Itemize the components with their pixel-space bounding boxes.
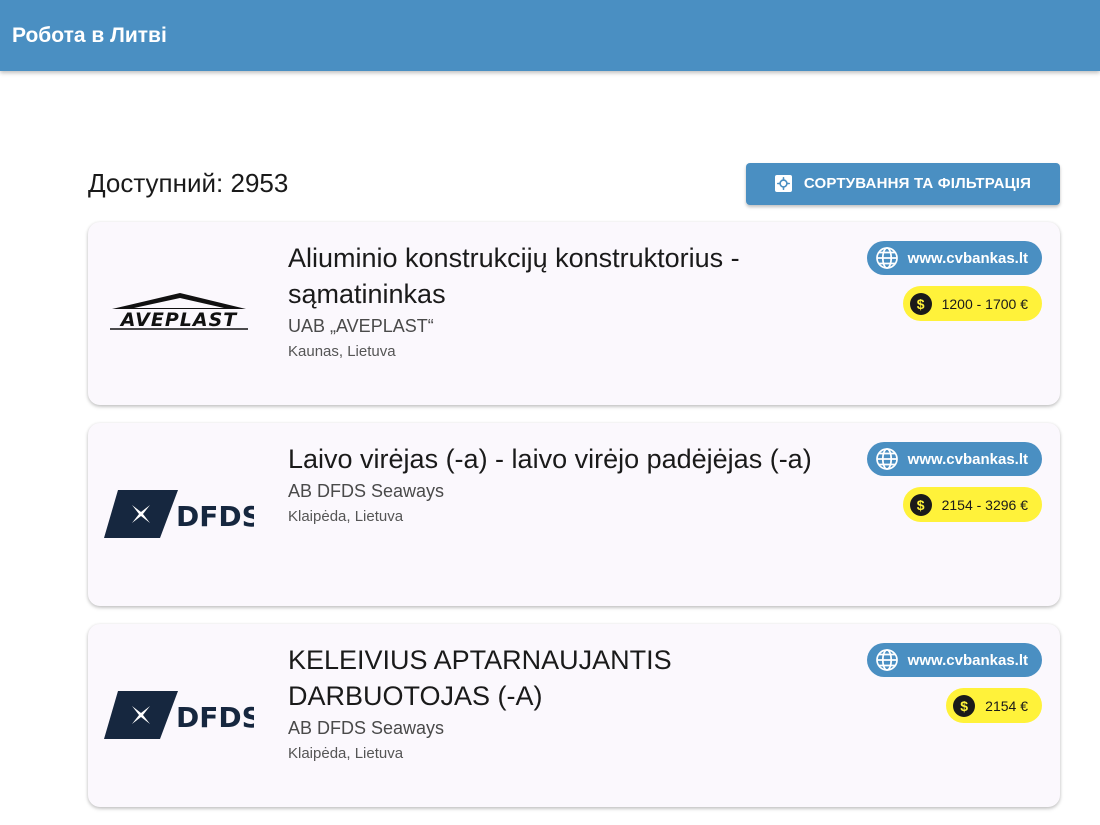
job-badges: www.cvbankas.lt $ 2154 - 3296 €	[866, 442, 1042, 522]
sort-filter-button[interactable]: СОРТУВАННЯ ТА ФІЛЬТРАЦІЯ	[746, 162, 1060, 205]
globe-icon	[875, 447, 899, 471]
globe-icon	[875, 246, 899, 270]
source-link-label: www.cvbankas.lt	[907, 249, 1028, 267]
job-badges: www.cvbankas.lt $ 1200 - 1700 €	[866, 241, 1042, 321]
job-company: UAB „AVEPLAST“	[288, 316, 434, 336]
job-location: Klaipėda, Lietuva	[288, 508, 404, 525]
salary-badge: $ 2154 €	[946, 688, 1042, 723]
toolbar-row: Доступний: 2953 СОРТУВАННЯ ТА ФІЛЬТРАЦІЯ	[88, 162, 1060, 205]
job-title: Aliuminio konstrukcijų konstruktorius - …	[288, 243, 740, 309]
company-logo-dfds: DFDS	[104, 483, 254, 545]
job-card[interactable]: DFDS Laivo virėjas (-a) - laivo virėjo p…	[88, 423, 1060, 606]
svg-text:DFDS: DFDS	[176, 701, 254, 734]
app-title: Робота в Литві	[12, 23, 167, 47]
company-logo-aveplast: AVEPLAST	[104, 282, 254, 344]
salary-badge: $ 1200 - 1700 €	[902, 286, 1042, 321]
job-location: Kaunas, Lietuva	[288, 343, 396, 360]
salary-badge: $ 2154 - 3296 €	[902, 487, 1042, 522]
source-link-button[interactable]: www.cvbankas.lt	[866, 442, 1042, 476]
available-count: Доступний: 2953	[88, 168, 289, 198]
job-company: AB DFDS Seaways	[288, 718, 445, 738]
job-location: Klaipėda, Lietuva	[288, 745, 404, 762]
dollar-icon: $	[953, 694, 976, 717]
globe-icon	[875, 648, 899, 672]
job-title: KELEIVIUS APTARNAUJANTIS DARBUOTOJAS (-A…	[288, 645, 672, 711]
settings-icon	[774, 175, 792, 192]
job-card[interactable]: DFDS KELEIVIUS APTARNAUJANTIS DARBUOTOJA…	[88, 624, 1060, 807]
job-info: Laivo virėjas (-a) - laivo virėjo padėjė…	[288, 441, 848, 525]
dollar-icon: $	[909, 292, 932, 315]
source-link-label: www.cvbankas.lt	[907, 651, 1028, 669]
job-info: Aliuminio konstrukcijų konstruktorius - …	[288, 240, 848, 360]
job-badges: www.cvbankas.lt $ 2154 €	[866, 643, 1042, 723]
source-link-label: www.cvbankas.lt	[907, 450, 1028, 468]
svg-text:AVEPLAST: AVEPLAST	[119, 309, 239, 331]
salary-label: 2154 €	[985, 697, 1028, 714]
sort-filter-label: СОРТУВАННЯ ТА ФІЛЬТРАЦІЯ	[803, 175, 1032, 192]
job-card[interactable]: AVEPLAST Aliuminio konstrukcijų konstruk…	[88, 222, 1060, 405]
source-link-button[interactable]: www.cvbankas.lt	[866, 643, 1042, 677]
salary-label: 2154 - 3296 €	[941, 496, 1028, 513]
company-logo-dfds: DFDS	[104, 684, 254, 746]
job-info: KELEIVIUS APTARNAUJANTIS DARBUOTOJAS (-A…	[288, 642, 848, 762]
svg-text:DFDS: DFDS	[176, 500, 254, 533]
source-link-button[interactable]: www.cvbankas.lt	[866, 241, 1042, 275]
salary-label: 1200 - 1700 €	[941, 295, 1028, 312]
app-bar: Робота в Литві	[0, 0, 1100, 71]
job-title: Laivo virėjas (-a) - laivo virėjo padėjė…	[288, 444, 812, 474]
dollar-icon: $	[909, 493, 932, 516]
job-list: AVEPLAST Aliuminio konstrukcijų konstruk…	[88, 222, 1060, 825]
job-company: AB DFDS Seaways	[288, 481, 445, 501]
